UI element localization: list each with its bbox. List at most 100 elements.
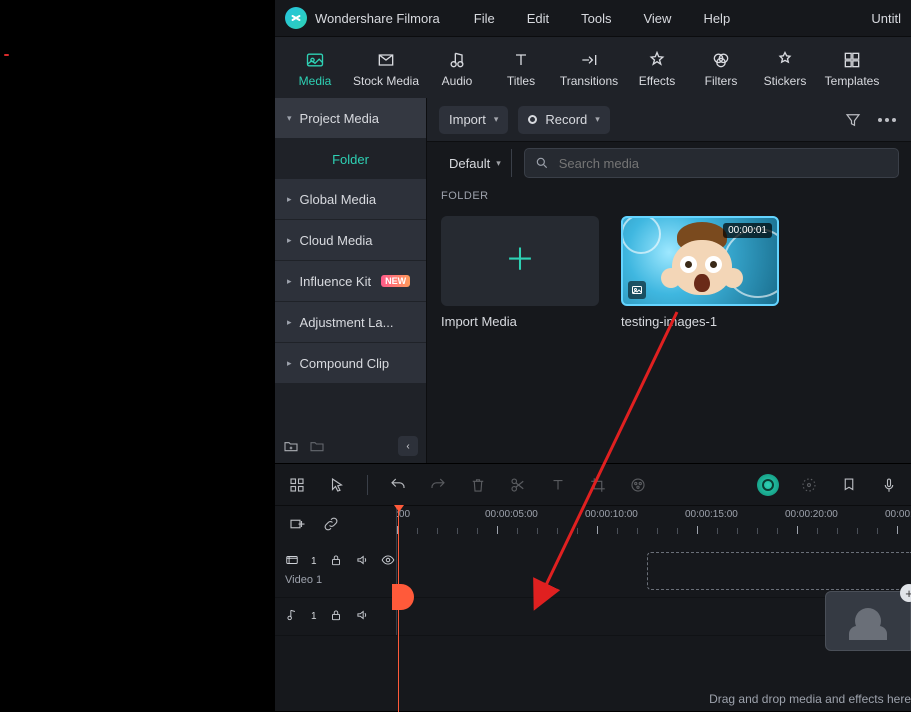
tab-titles[interactable]: Titles: [489, 48, 553, 88]
search-media[interactable]: [524, 148, 899, 178]
ai-tools-button[interactable]: [757, 474, 779, 496]
chevron-right-icon: ▸: [287, 276, 292, 287]
menu-edit[interactable]: Edit: [513, 7, 563, 30]
chevron-down-icon: ▾: [496, 158, 501, 169]
redo-button[interactable]: [428, 475, 448, 495]
sidebar-cloud-media[interactable]: ▸ Cloud Media: [275, 220, 426, 260]
ruler-minor-tick: [717, 528, 718, 534]
sort-label: Default: [449, 156, 490, 171]
audio-track-icon: [285, 608, 299, 625]
more-options-button[interactable]: [875, 108, 899, 132]
undo-button[interactable]: [388, 475, 408, 495]
text-button[interactable]: [548, 475, 568, 495]
menu-file[interactable]: File: [460, 7, 509, 30]
tab-templates-label: Templates: [825, 74, 880, 88]
ruler-minor-tick: [677, 528, 678, 534]
add-preview-button[interactable]: +: [900, 584, 911, 602]
ruler-minor-tick: [417, 528, 418, 534]
lock-icon[interactable]: [329, 553, 343, 570]
media-content: Import ▾ Record ▾ Default: [427, 98, 911, 463]
sidebar-adjustment-layer[interactable]: ▸ Adjustment La...: [275, 302, 426, 342]
main-area: ▾ Project Media Folder ▸ Global Media ▸ …: [275, 98, 911, 463]
sidebar-folder-label: Folder: [332, 152, 369, 167]
video-track-count: 1: [311, 556, 317, 567]
media-duration-badge: 00:00:01: [723, 223, 772, 238]
add-track-button[interactable]: [287, 514, 307, 534]
media-item-card: 00:00:01 testing-images-1: [621, 216, 779, 329]
sidebar-label: Global Media: [300, 192, 377, 207]
sidebar-folder[interactable]: Folder: [275, 139, 426, 179]
cursor-tool-button[interactable]: [327, 475, 347, 495]
timeline-dropzone[interactable]: [647, 552, 911, 590]
sidebar-project-media[interactable]: ▾ Project Media: [275, 98, 426, 138]
folder-icon[interactable]: [309, 438, 325, 454]
voiceover-button[interactable]: [879, 475, 899, 495]
ruler-minor-tick: [637, 528, 638, 534]
content-toolbar: Import ▾ Record ▾: [427, 98, 911, 142]
media-icon: [304, 50, 326, 70]
menu-view[interactable]: View: [629, 7, 685, 30]
layout-button[interactable]: [287, 475, 307, 495]
color-button[interactable]: [628, 475, 648, 495]
mute-icon[interactable]: [355, 608, 369, 625]
tab-stock-media[interactable]: Stock Media: [347, 48, 425, 88]
marker-button[interactable]: [839, 475, 859, 495]
tab-media-label: Media: [299, 74, 332, 88]
collapse-sidebar-button[interactable]: ‹: [398, 436, 418, 456]
chevron-right-icon: ▸: [287, 194, 292, 205]
filter-button[interactable]: [841, 108, 865, 132]
lock-icon[interactable]: [329, 608, 343, 625]
stock-icon: [375, 50, 397, 70]
sidebar-global-media[interactable]: ▸ Global Media: [275, 179, 426, 219]
audio-icon: [446, 50, 468, 70]
preview-placeholder[interactable]: +: [825, 591, 911, 651]
sort-default-dropdown[interactable]: Default ▾: [439, 149, 512, 177]
record-dropdown[interactable]: Record ▾: [518, 106, 609, 134]
ruler-minor-tick: [857, 528, 858, 534]
tab-filters[interactable]: Filters: [689, 48, 753, 88]
crop-button[interactable]: [588, 475, 608, 495]
menu-tools[interactable]: Tools: [567, 7, 625, 30]
playhead[interactable]: [398, 506, 399, 712]
menu-help[interactable]: Help: [689, 7, 744, 30]
chevron-down-icon: ▾: [494, 114, 499, 125]
import-dropdown[interactable]: Import ▾: [439, 106, 508, 134]
link-button[interactable]: [321, 514, 341, 534]
tab-effects[interactable]: Effects: [625, 48, 689, 88]
mute-icon[interactable]: [355, 553, 369, 570]
tab-media[interactable]: Media: [283, 48, 347, 88]
drop-hint-text: Drag and drop media and effects here: [709, 692, 911, 706]
video-track-icon: [285, 553, 299, 570]
section-folder-label: FOLDER: [427, 184, 911, 208]
video-track-header: 1 Video 1: [275, 542, 397, 597]
tab-templates[interactable]: Templates: [817, 48, 887, 88]
search-input[interactable]: [557, 155, 888, 172]
ruler-tick: [697, 526, 698, 534]
sidebar-label: Influence Kit: [300, 274, 372, 289]
timeline-ruler-row: 00:0000:00:05:0000:00:10:0000:00:15:0000…: [275, 506, 911, 542]
ruler-tick-label: 00:00:05:00: [485, 509, 538, 520]
filmora-app: Wondershare Filmora File Edit Tools View…: [275, 0, 911, 711]
app-logo-wrap: Wondershare Filmora: [285, 7, 440, 29]
tab-titles-label: Titles: [507, 74, 535, 88]
effects-icon: [646, 50, 668, 70]
sidebar-influence-kit[interactable]: ▸ Influence Kit NEW: [275, 261, 426, 301]
split-button[interactable]: [508, 475, 528, 495]
app-name: Wondershare Filmora: [315, 11, 440, 26]
image-type-icon: [628, 281, 646, 299]
delete-button[interactable]: [468, 475, 488, 495]
sidebar-compound-clip[interactable]: ▸ Compound Clip: [275, 343, 426, 383]
video-track-body[interactable]: [397, 542, 911, 597]
tab-transitions[interactable]: Transitions: [553, 48, 625, 88]
media-thumbnail[interactable]: 00:00:01: [621, 216, 779, 306]
timeline-panel: 00:0000:00:05:0000:00:10:0000:00:15:0000…: [275, 463, 911, 711]
annotation-dot: [4, 54, 9, 56]
tab-stickers[interactable]: Stickers: [753, 48, 817, 88]
new-folder-icon[interactable]: [283, 438, 299, 454]
new-badge: NEW: [381, 275, 410, 287]
visibility-icon[interactable]: [381, 553, 395, 570]
import-media-button[interactable]: ＋: [441, 216, 599, 306]
timeline-ruler[interactable]: 00:0000:00:05:0000:00:10:0000:00:15:0000…: [397, 506, 911, 542]
render-button[interactable]: [799, 475, 819, 495]
tab-audio[interactable]: Audio: [425, 48, 489, 88]
